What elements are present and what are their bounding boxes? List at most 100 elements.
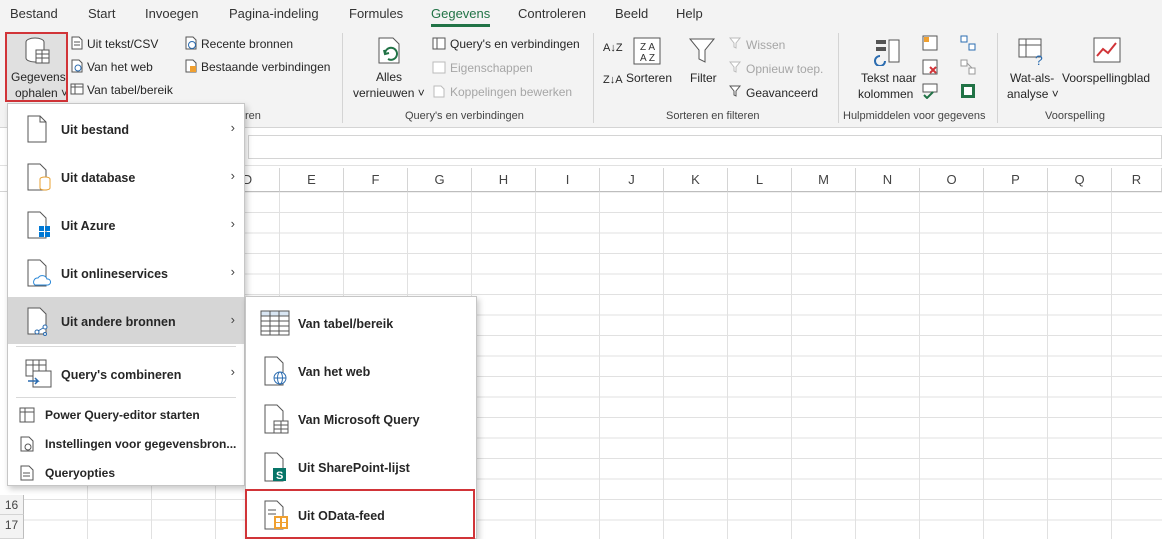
ribbon-separator xyxy=(838,33,839,123)
menu-item-data-source-settings[interactable]: Instellingen voor gegevensbron... xyxy=(8,430,244,458)
tab-start[interactable]: Start xyxy=(88,6,115,21)
sort-button[interactable]: Sorteren xyxy=(626,71,672,85)
menu-item-label: Instellingen voor gegevensbron... xyxy=(45,437,237,451)
submenu-item-label: Van tabel/bereik xyxy=(298,317,394,331)
column-header[interactable]: L xyxy=(728,168,792,192)
tab-gegevens[interactable]: Gegevens xyxy=(431,6,491,27)
column-header[interactable]: G xyxy=(408,168,472,192)
sort-za-button[interactable]: Z↓A xyxy=(603,74,623,86)
column-header[interactable]: J xyxy=(600,168,664,192)
highlight-odata-feed xyxy=(245,489,475,539)
menu-item-query-options[interactable]: Queryopties xyxy=(8,459,244,486)
svg-text:S: S xyxy=(276,470,283,482)
row-header[interactable]: 17 xyxy=(0,515,24,539)
column-header[interactable]: P xyxy=(984,168,1048,192)
text-csv-icon xyxy=(71,36,83,50)
group-label-forecast: Voorspelling xyxy=(1045,110,1105,122)
ribbon-separator xyxy=(342,33,343,123)
tab-help[interactable]: Help xyxy=(676,6,703,21)
from-text-csv-button[interactable]: Uit tekst/CSV xyxy=(87,37,158,51)
menu-item-label: Uit Azure xyxy=(61,219,116,233)
from-table-button[interactable]: Van tabel/bereik xyxy=(87,83,173,97)
reapply-button[interactable]: Opnieuw toep. xyxy=(746,62,823,76)
consolidate-icon xyxy=(960,35,976,51)
table-range-icon xyxy=(70,83,84,95)
tab-beeld[interactable]: Beeld xyxy=(615,6,648,21)
menu-item-from-online-services[interactable]: Uit onlineservices › xyxy=(8,249,244,296)
column-header[interactable]: O xyxy=(920,168,984,192)
menu-item-label: Uit database xyxy=(61,171,136,185)
properties-button[interactable]: Eigenschappen xyxy=(450,61,533,75)
tab-formules[interactable]: Formules xyxy=(349,6,403,21)
column-header[interactable]: R xyxy=(1112,168,1162,192)
menu-item-label: Uit bestand xyxy=(61,123,130,137)
combine-icon xyxy=(25,359,52,388)
menu-item-from-database[interactable]: Uit database › xyxy=(8,153,244,200)
properties-icon xyxy=(432,61,446,74)
refresh-all-icon xyxy=(378,37,400,64)
chevron-right-icon: › xyxy=(230,264,235,279)
row-header[interactable]: 16 xyxy=(0,495,24,515)
ribbon-tab-bar: Bestand Start Invoegen Pagina-indeling F… xyxy=(0,0,1162,30)
submenu-item-label: Van Microsoft Query xyxy=(298,413,420,427)
queries-connections-button[interactable]: Query's en verbindingen xyxy=(450,37,580,51)
forecast-sheet-button[interactable]: Voorspellingblad xyxy=(1062,71,1150,85)
formula-input[interactable] xyxy=(248,135,1162,159)
menu-separator xyxy=(16,397,236,398)
tab-controleren[interactable]: Controleren xyxy=(518,6,586,21)
sharepoint-icon: S xyxy=(264,452,286,482)
group-label-queries: Query's en verbindingen xyxy=(405,110,524,122)
from-web-button[interactable]: Van het web xyxy=(87,60,153,74)
menu-item-from-other-sources[interactable]: Uit andere bronnen › xyxy=(8,297,244,344)
menu-item-from-azure[interactable]: Uit Azure › xyxy=(8,201,244,248)
recent-sources-button[interactable]: Recente bronnen xyxy=(201,37,293,51)
file-icon xyxy=(27,115,47,143)
submenu-item-from-microsoft-query[interactable]: Van Microsoft Query xyxy=(246,396,476,443)
advanced-button[interactable]: Geavanceerd xyxy=(746,86,818,100)
power-query-editor-icon xyxy=(19,407,35,423)
existing-connections-button[interactable]: Bestaande verbindingen xyxy=(201,60,330,74)
what-if-label-1[interactable]: Wat-als- xyxy=(1010,71,1054,85)
chevron-right-icon: › xyxy=(230,120,235,135)
queries-connections-icon xyxy=(432,37,446,50)
column-header[interactable]: I xyxy=(536,168,600,192)
filter-button[interactable]: Filter xyxy=(690,71,717,85)
edit-links-icon xyxy=(433,85,445,98)
column-header[interactable]: F xyxy=(344,168,408,192)
column-header[interactable]: H xyxy=(472,168,536,192)
clear-button[interactable]: Wissen xyxy=(746,38,785,52)
column-header[interactable]: Q xyxy=(1048,168,1112,192)
submenu-item-label: Van het web xyxy=(298,365,371,379)
ms-query-icon xyxy=(264,404,289,434)
submenu-item-from-table[interactable]: Van tabel/bereik xyxy=(246,300,476,347)
text-to-columns-label-2[interactable]: kolommen xyxy=(858,87,913,101)
what-if-label-2[interactable]: analyse ˅ xyxy=(1007,87,1059,101)
azure-icon xyxy=(27,211,50,239)
column-header[interactable]: E xyxy=(280,168,344,192)
text-to-columns-label-1[interactable]: Tekst naar xyxy=(861,71,916,85)
sort-icon: Z AA Z xyxy=(633,37,661,65)
svg-text:Z A: Z A xyxy=(640,42,655,53)
menu-item-power-query-editor[interactable]: Power Query-editor starten xyxy=(8,401,244,429)
tab-invoegen[interactable]: Invoegen xyxy=(145,6,199,21)
column-header[interactable]: K xyxy=(664,168,728,192)
sort-az-button[interactable]: A↓Z xyxy=(603,42,623,54)
tab-pagina-indeling[interactable]: Pagina-indeling xyxy=(229,6,319,21)
database-icon xyxy=(27,163,51,191)
column-header[interactable]: M xyxy=(792,168,856,192)
column-header[interactable]: N xyxy=(856,168,920,192)
submenu-item-from-web[interactable]: Van het web xyxy=(246,348,476,395)
edit-links-button[interactable]: Koppelingen bewerken xyxy=(450,85,572,99)
menu-item-label: Uit andere bronnen xyxy=(61,315,176,329)
table-icon xyxy=(260,310,290,336)
menu-item-from-file[interactable]: Uit bestand › xyxy=(8,105,244,152)
ribbon-separator xyxy=(997,33,998,123)
menu-item-label: Query's combineren xyxy=(61,368,182,382)
submenu-item-from-sharepoint-list[interactable]: S Uit SharePoint-lijst xyxy=(246,444,476,491)
data-validation-icon xyxy=(922,83,938,99)
tab-bestand[interactable]: Bestand xyxy=(10,6,58,21)
refresh-all-label-2[interactable]: vernieuwen ˅ xyxy=(353,86,425,100)
menu-item-combine-queries[interactable]: Query's combineren › xyxy=(8,349,244,396)
chevron-right-icon: › xyxy=(230,168,235,183)
refresh-all-label-1[interactable]: Alles xyxy=(376,70,402,84)
